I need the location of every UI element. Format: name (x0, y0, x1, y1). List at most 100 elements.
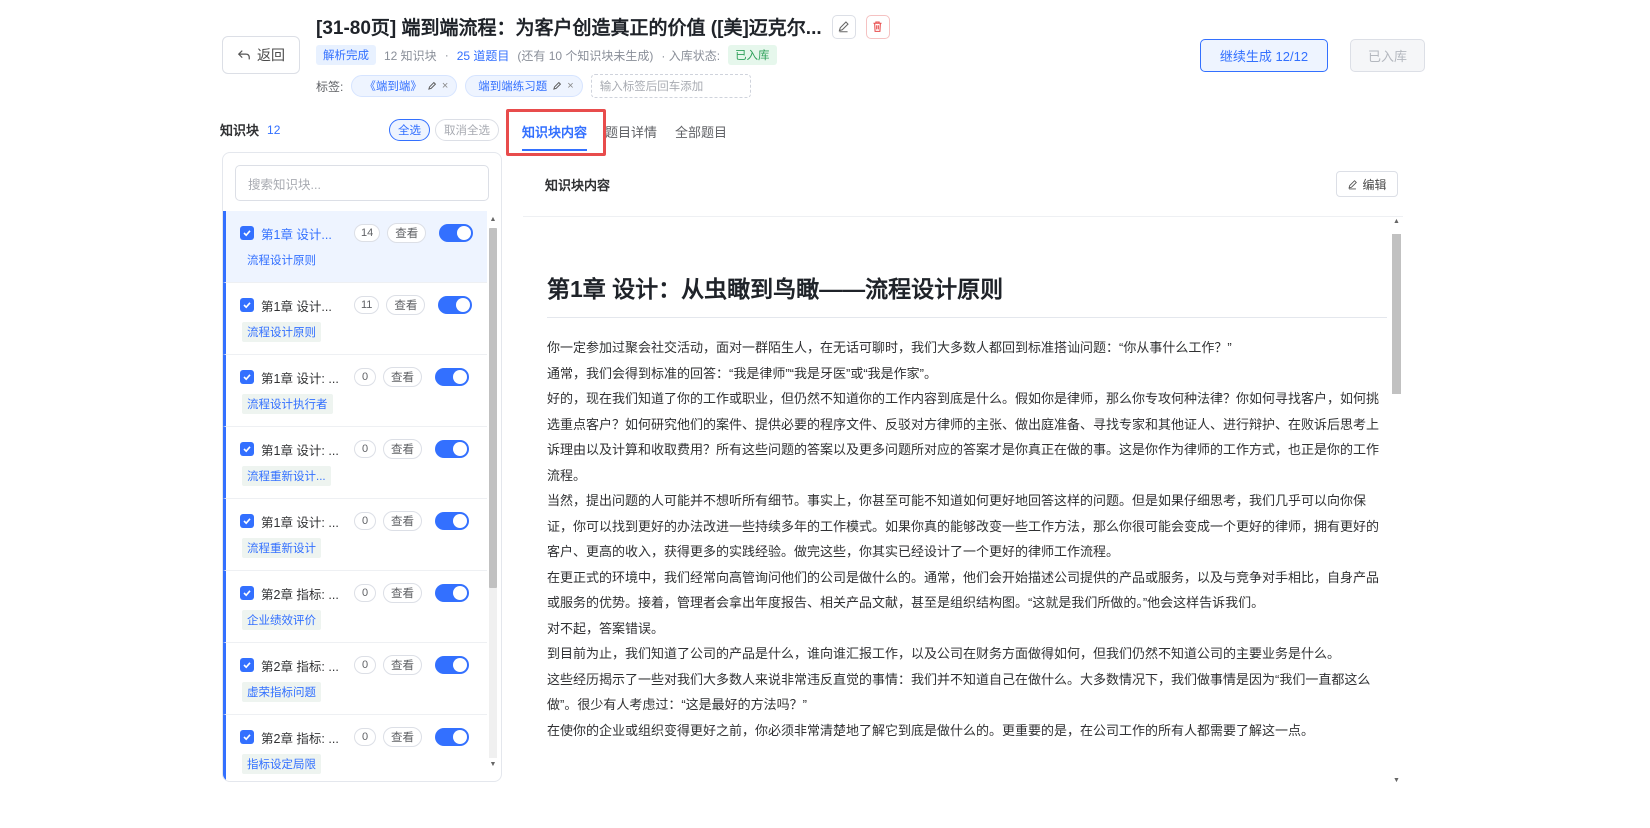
left-scrollbar[interactable]: ▲ ▼ (486, 216, 498, 776)
list-item[interactable]: 第2章 指标: ... 0 查看 指标设定局限 (223, 715, 487, 781)
questions-link[interactable]: 25 道题目 (457, 47, 510, 64)
kb-heading-count: 12 (267, 122, 281, 137)
check-icon (243, 590, 251, 597)
pencil-icon (838, 21, 849, 33)
pencil-icon[interactable] (552, 81, 562, 91)
view-button[interactable]: 查看 (383, 727, 422, 747)
scroll-down-icon[interactable]: ▼ (1392, 777, 1401, 784)
parse-status-badge: 解析完成 (316, 45, 376, 65)
question-count-badge: 11 (354, 296, 380, 314)
continue-generate-button[interactable]: 继续生成 12/12 (1200, 39, 1328, 72)
search-input[interactable]: 搜索知识块... (235, 165, 489, 201)
article: 第1章 设计：从虫瞰到鸟瞰——流程设计原则 你一定参加过聚会社交活动，面对一群陌… (547, 217, 1391, 743)
view-button[interactable]: 查看 (387, 223, 427, 243)
title-row: [31-80页] 端到端流程：为客户创造真正的价值 ([美]迈克尔... (316, 13, 890, 40)
checkbox[interactable] (240, 730, 254, 744)
checkbox[interactable] (240, 226, 254, 240)
list-item-tag: 虚荣指标问题 (242, 682, 321, 702)
tab-all-questions[interactable]: 全部题目 (675, 120, 727, 151)
question-count-badge: 0 (354, 728, 376, 746)
list-item[interactable]: 第1章 设计... 11 查看 流程设计原则 (223, 283, 487, 355)
question-count-badge: 0 (354, 584, 376, 602)
article-paragraph: 好的，现在我们知道了你的工作或职业，但仍然不知道你的工作内容到底是什么。假如你是… (547, 391, 1380, 483)
check-icon (243, 518, 251, 525)
checkbox[interactable] (240, 370, 254, 384)
deselect-all-button[interactable]: 取消全选 (435, 119, 499, 141)
list-item-tag: 流程重新设计 (242, 538, 321, 558)
enable-toggle[interactable] (435, 656, 469, 674)
storage-status-badge: 已入库 (728, 45, 777, 65)
enable-toggle[interactable] (435, 368, 469, 386)
close-icon[interactable]: × (442, 80, 448, 92)
knowledge-block-list: 第1章 设计... 14 查看 流程设计原则 第1章 设计... 11 查看 流程设计原则 第1… (223, 211, 487, 781)
meta-row: 解析完成 12 知识块 · 25 道题目 (还有 10 个知识块未生成) · 入… (316, 45, 777, 65)
checkbox[interactable] (240, 586, 254, 600)
scroll-down-icon[interactable]: ▼ (489, 761, 497, 768)
scroll-thumb[interactable] (489, 228, 497, 588)
edit-button[interactable]: 编辑 (1336, 171, 1398, 197)
checkbox[interactable] (240, 298, 254, 312)
checkbox[interactable] (240, 514, 254, 528)
view-button[interactable]: 查看 (383, 367, 422, 387)
list-item-tag: 流程设计原则 (242, 322, 321, 342)
pencil-icon[interactable] (427, 81, 437, 91)
list-item-title: 第2章 指标: ... (261, 731, 339, 746)
view-button[interactable]: 查看 (383, 655, 422, 675)
list-item[interactable]: 第2章 指标: ... 0 查看 企业绩效评价 (223, 571, 487, 643)
view-button[interactable]: 查看 (383, 583, 422, 603)
list-item-row: 第1章 设计: ... 0 查看 (240, 511, 487, 531)
view-button[interactable]: 查看 (383, 511, 422, 531)
list-item[interactable]: 第1章 设计... 14 查看 流程设计原则 (223, 211, 487, 283)
article-paragraph: 你一定参加过聚会社交活动，面对一群陌生人，在无话可聊时，我们大多数人都回到标准搭… (547, 340, 1232, 355)
question-count-badge: 0 (354, 512, 376, 530)
list-item[interactable]: 第1章 设计: ... 0 查看流程重新设计 (223, 499, 487, 571)
back-button[interactable]: 返回 (222, 36, 300, 74)
list-item-title: 第1章 设计: ... (261, 443, 339, 458)
list-item-tag: 企业绩效评价 (242, 610, 321, 630)
trash-icon (873, 21, 882, 32)
list-item-title: 第1章 设计: ... (261, 515, 339, 530)
close-icon[interactable]: × (567, 80, 573, 92)
view-button[interactable]: 查看 (383, 439, 422, 459)
list-item-tag: 流程设计执行者 (242, 394, 333, 414)
pencil-icon (1348, 179, 1358, 189)
check-icon (243, 734, 251, 741)
scroll-thumb[interactable] (1392, 234, 1401, 394)
back-label: 返回 (257, 47, 285, 63)
enable-toggle[interactable] (439, 224, 474, 242)
check-icon (243, 230, 251, 237)
delete-button[interactable] (865, 14, 890, 39)
scroll-up-icon[interactable]: ▲ (1392, 218, 1401, 225)
list-item[interactable]: 第1章 设计: ... 0 查看 流程设计执行者 (223, 355, 487, 427)
back-arrow-icon (237, 50, 250, 60)
article-paragraph: 在更正式的环境中，我们经常向高管询问他们的公司是做什么的。通常，他们会开始描述公… (547, 569, 1380, 611)
enable-toggle[interactable] (435, 728, 469, 746)
tag-chip-label: 《端到端》 (364, 81, 422, 93)
enable-toggle[interactable] (438, 296, 473, 314)
tag-chip[interactable]: 《端到端》 × (351, 75, 458, 97)
article-body: 你一定参加过聚会社交活动，面对一群陌生人，在无话可聊时，我们大多数人都回到标准搭… (547, 335, 1391, 743)
checkbox[interactable] (240, 658, 254, 672)
list-item[interactable]: 第1章 设计: ... 0 查看 流程重新设计... (223, 427, 487, 499)
view-button[interactable]: 查看 (386, 295, 426, 315)
enable-toggle[interactable] (435, 440, 469, 458)
list-item-title: 第1章 设计... (261, 227, 332, 242)
checkbox[interactable] (240, 442, 254, 456)
article-paragraph: 通常，我们会得到标准的回答：“我是律师”“我是牙医”或“我是作家”。 (547, 365, 937, 381)
list-item[interactable]: 第2章 指标: ... 0 查看 虚荣指标问题 (223, 643, 487, 715)
kb-count-text: 12 知识块 (384, 48, 437, 63)
stored-button[interactable]: 已入库 (1350, 39, 1425, 72)
question-count-badge: 0 (354, 656, 376, 674)
content-scrollbar[interactable]: ▲ ▼ (1390, 216, 1402, 784)
article-paragraph: 到目前为止，我们知道了公司的产品是什么，谁向谁汇报工作，以及公司在财务方面做得如… (547, 646, 1341, 661)
tag-chip[interactable]: 端到端练习题 × (465, 75, 583, 97)
enable-toggle[interactable] (435, 584, 469, 602)
tag-input[interactable]: 输入标签后回车添加 (590, 74, 751, 98)
scroll-up-icon[interactable]: ▲ (489, 216, 497, 223)
article-paragraph: 在使你的企业或组织变得更好之前，你必须非常清楚地了解它到底是做什么的。更重要的是… (547, 722, 1315, 738)
check-icon (243, 446, 251, 453)
enable-toggle[interactable] (435, 512, 469, 530)
select-all-button[interactable]: 全选 (389, 119, 430, 141)
tab-question-details[interactable]: 题目详情 (605, 120, 657, 151)
edit-title-button[interactable] (831, 14, 856, 39)
